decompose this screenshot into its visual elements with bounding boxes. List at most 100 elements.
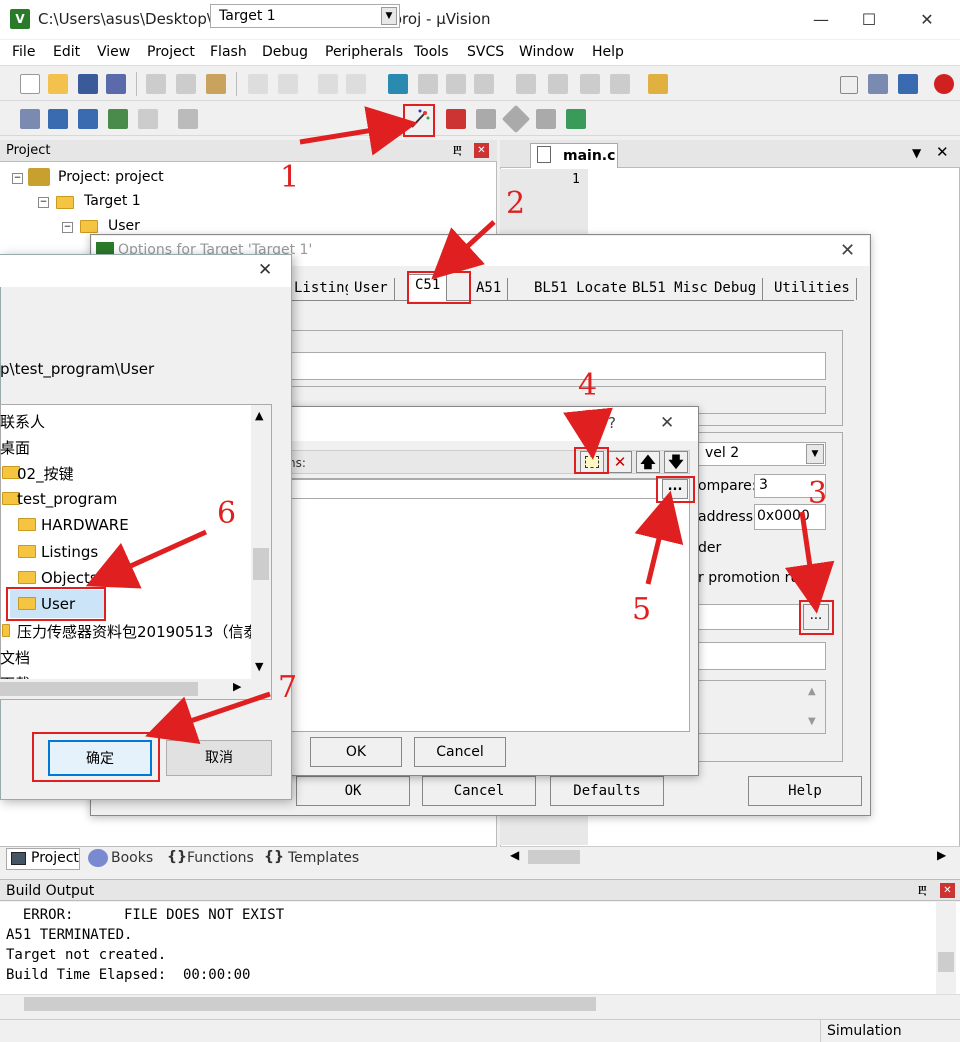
cut-icon[interactable]: [146, 74, 166, 94]
open-file-icon[interactable]: [48, 74, 68, 94]
collapse-icon[interactable]: −: [38, 197, 49, 208]
tree-item-contacts[interactable]: 联系人: [0, 411, 45, 432]
scroll-down-icon[interactable]: ▼: [255, 660, 263, 673]
save-all-icon[interactable]: [106, 74, 126, 94]
tree-item-desktop[interactable]: 桌面: [0, 437, 30, 458]
scroll-thumb[interactable]: [0, 682, 198, 696]
pin-icon[interactable]: Ⰱ: [453, 143, 462, 158]
prev-bookmark-icon[interactable]: [418, 74, 438, 94]
menu-help[interactable]: Help: [592, 44, 624, 60]
stop-build-icon[interactable]: [138, 109, 158, 129]
menu-flash[interactable]: Flash: [210, 44, 247, 60]
tab-user[interactable]: User: [348, 278, 395, 300]
define-input[interactable]: [290, 352, 826, 380]
scroll-right-icon[interactable]: ▶: [937, 848, 946, 862]
scroll-left-icon[interactable]: ◀: [510, 848, 519, 862]
tree-item-hardware[interactable]: HARDWARE: [41, 516, 129, 534]
close-dialog-icon[interactable]: ✕: [258, 260, 272, 280]
manage-multi-project-icon[interactable]: [476, 109, 496, 129]
translate-icon[interactable]: [20, 109, 40, 129]
target-select[interactable]: Target 1 ▼: [210, 4, 400, 28]
next-bookmark-icon[interactable]: [446, 74, 466, 94]
search-icon[interactable]: [868, 74, 888, 94]
copy-icon[interactable]: [176, 74, 196, 94]
menu-view[interactable]: View: [97, 44, 130, 60]
collapse-icon[interactable]: −: [62, 222, 73, 233]
close-tab-icon[interactable]: ✕: [936, 143, 949, 161]
tab-utilities[interactable]: Utilities: [768, 278, 857, 300]
menu-tools[interactable]: Tools: [414, 44, 449, 60]
scroll-down-icon[interactable]: ▼: [808, 716, 816, 727]
misc-controls-input[interactable]: [698, 642, 826, 670]
build-vscrollbar[interactable]: [936, 902, 956, 994]
move-down-button[interactable]: 🡇: [664, 451, 688, 473]
tab-a51[interactable]: A51: [470, 278, 509, 300]
debug-settings-icon[interactable]: [898, 74, 918, 94]
back-icon[interactable]: [318, 74, 338, 94]
new-file-icon[interactable]: [20, 74, 40, 94]
scroll-up-icon[interactable]: ▲: [255, 409, 263, 422]
chevron-down-icon[interactable]: ▼: [381, 7, 397, 25]
pack-installer-icon[interactable]: [536, 109, 556, 129]
tab-books[interactable]: Books: [111, 850, 153, 866]
include-cancel-button[interactable]: Cancel: [414, 737, 506, 767]
include-paths-list[interactable]: [286, 478, 690, 732]
debug-session-icon[interactable]: [934, 74, 954, 94]
forward-icon[interactable]: [346, 74, 366, 94]
clear-bookmarks-icon[interactable]: [474, 74, 494, 94]
minimize-button[interactable]: —: [798, 6, 844, 34]
redo-icon[interactable]: [278, 74, 298, 94]
menu-svcs[interactable]: SVCS: [467, 44, 504, 60]
tree-item-listings[interactable]: Listings: [41, 543, 98, 561]
menu-peripherals[interactable]: Peripherals: [325, 44, 403, 60]
options-help-button[interactable]: Help: [748, 776, 862, 806]
batch-build-icon[interactable]: [108, 109, 128, 129]
menu-edit[interactable]: Edit: [53, 44, 80, 60]
menu-project[interactable]: Project: [147, 44, 195, 60]
options-defaults-button[interactable]: Defaults: [550, 776, 664, 806]
include-paths-input[interactable]: [698, 604, 800, 630]
rte-icon[interactable]: [566, 109, 586, 129]
tree-item-documents[interactable]: 文档: [0, 647, 30, 668]
pin-icon[interactable]: Ⰱ: [918, 883, 927, 898]
close-dialog-icon[interactable]: ✕: [840, 240, 855, 261]
scroll-thumb[interactable]: [253, 548, 269, 580]
close-button[interactable]: ✕: [904, 6, 950, 34]
tab-bl51-locate[interactable]: BL51 Locate: [528, 278, 634, 300]
tab-bl51-misc[interactable]: BL51 Misc: [626, 278, 715, 300]
tree-item-pressure-sensor[interactable]: 压力传感器资料包20190513（信泰: [17, 621, 251, 642]
tree-item-objects[interactable]: Objects: [41, 569, 98, 587]
indent-icon[interactable]: [516, 74, 536, 94]
options-ok-button[interactable]: OK: [296, 776, 410, 806]
find-in-files-icon[interactable]: [648, 74, 668, 94]
download-icon[interactable]: [178, 109, 198, 129]
close-pane-icon[interactable]: ✕: [474, 143, 489, 158]
options-cancel-button[interactable]: Cancel: [422, 776, 536, 806]
tab-functions[interactable]: Functions: [187, 850, 254, 866]
unindent-icon[interactable]: [548, 74, 568, 94]
uncomment-icon[interactable]: [610, 74, 630, 94]
help-icon[interactable]: ?: [608, 414, 616, 432]
include-ok-button[interactable]: OK: [310, 737, 402, 767]
tree-item-test-program[interactable]: test_program: [17, 490, 117, 508]
scroll-thumb[interactable]: [24, 997, 596, 1011]
chevron-down-icon[interactable]: ▼: [806, 444, 824, 464]
save-icon[interactable]: [78, 74, 98, 94]
undo-icon[interactable]: [248, 74, 268, 94]
browse-cancel-button[interactable]: 取消: [166, 740, 272, 776]
rebuild-icon[interactable]: [78, 109, 98, 129]
tree-item-02-buttons[interactable]: 02_按键: [17, 463, 74, 484]
scroll-thumb[interactable]: [528, 850, 580, 864]
manage-project-icon[interactable]: [446, 109, 466, 129]
bookmark-icon[interactable]: [388, 74, 408, 94]
maximize-button[interactable]: ☐: [846, 6, 892, 34]
delete-path-button[interactable]: ✕: [608, 451, 632, 473]
scroll-thumb[interactable]: [938, 952, 954, 972]
menu-file[interactable]: File: [12, 44, 35, 60]
menu-window[interactable]: Window: [519, 44, 574, 60]
collapse-icon[interactable]: −: [12, 173, 23, 184]
tree-item-target[interactable]: Target 1: [84, 193, 141, 209]
paste-icon[interactable]: [206, 74, 226, 94]
scroll-right-icon[interactable]: ▶: [233, 680, 241, 693]
tree-item-project[interactable]: Project: project: [58, 169, 164, 185]
